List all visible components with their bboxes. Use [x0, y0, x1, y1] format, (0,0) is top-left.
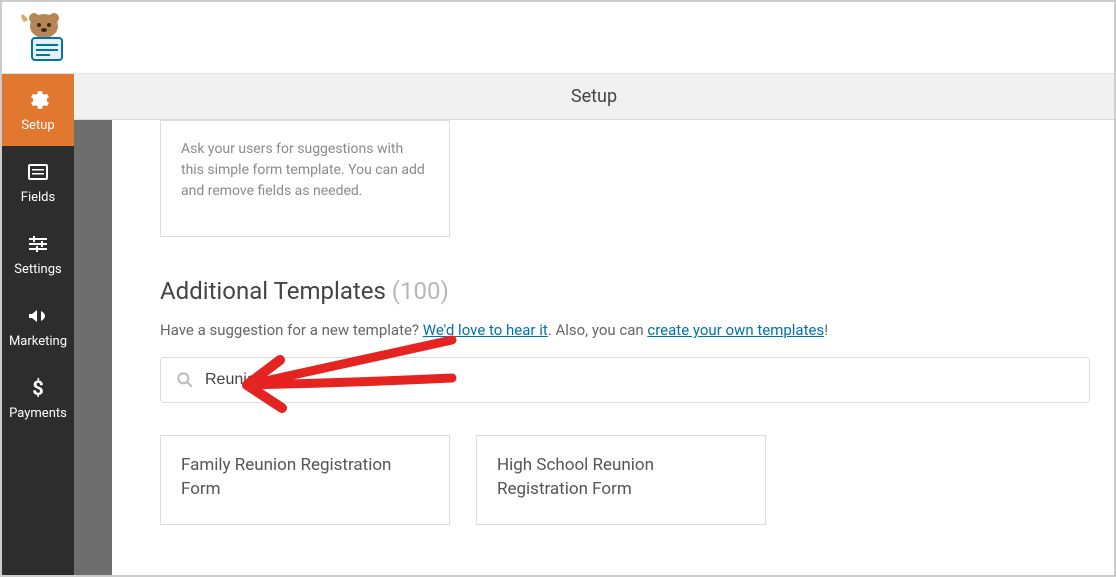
sidebar-item-payments[interactable]: $ Payments	[2, 362, 74, 434]
page-title: Setup	[74, 74, 1114, 120]
template-card-title: High School Reunion Registration Form	[497, 455, 654, 499]
template-card-previous[interactable]: Ask your users for suggestions with this…	[160, 120, 450, 237]
sidebar-item-fields[interactable]: Fields	[2, 146, 74, 218]
template-card[interactable]: Family Reunion Registration Form	[160, 435, 450, 525]
template-card-title: Family Reunion Registration Form	[181, 455, 391, 499]
section-count: (100)	[392, 277, 449, 305]
dollar-icon: $	[26, 376, 50, 400]
top-bar	[2, 2, 1114, 74]
sidebar: Setup Fields Settings Marketing $ Paymen…	[2, 74, 74, 575]
results-row: Family Reunion Registration Form High Sc…	[160, 435, 1090, 525]
link-create-templates[interactable]: create your own templates	[647, 321, 824, 339]
section-title: Additional Templates (100)	[160, 277, 1090, 305]
wpforms-logo	[14, 8, 74, 68]
sidebar-item-label: Setup	[21, 118, 54, 133]
content-panel: Ask your users for suggestions with this…	[112, 120, 1114, 575]
sidebar-item-label: Fields	[21, 190, 55, 205]
template-card-description: Ask your users for suggestions with this…	[181, 141, 425, 199]
form-icon	[26, 160, 50, 184]
search-icon	[175, 370, 195, 390]
link-suggestion[interactable]: We'd love to hear it	[423, 321, 548, 339]
bullhorn-icon	[26, 304, 50, 328]
svg-text:$: $	[32, 376, 43, 400]
subtext-mid: . Also, you can	[548, 321, 648, 339]
sidebar-item-settings[interactable]: Settings	[2, 218, 74, 290]
section-title-text: Additional Templates	[160, 277, 386, 305]
gear-icon	[26, 88, 50, 112]
subtext-suffix: !	[824, 321, 828, 339]
sidebar-item-label: Settings	[14, 262, 61, 277]
search-box[interactable]	[160, 357, 1090, 403]
template-card[interactable]: High School Reunion Registration Form	[476, 435, 766, 525]
sidebar-item-label: Payments	[9, 406, 67, 421]
section-subtext: Have a suggestion for a new template? We…	[160, 321, 1090, 339]
sidebar-item-setup[interactable]: Setup	[2, 74, 74, 146]
subtext-prefix: Have a suggestion for a new template?	[160, 321, 423, 339]
sliders-icon	[26, 232, 50, 256]
sidebar-item-label: Marketing	[9, 334, 67, 349]
sidebar-item-marketing[interactable]: Marketing	[2, 290, 74, 362]
search-input[interactable]	[205, 371, 1075, 389]
